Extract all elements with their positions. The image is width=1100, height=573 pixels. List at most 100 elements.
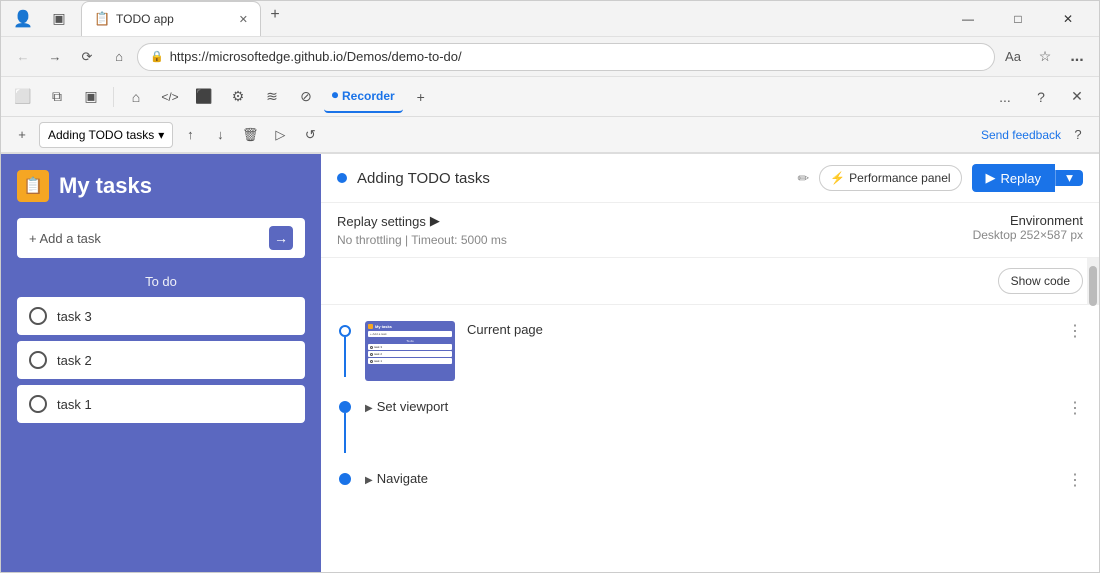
minimize-button[interactable]: — (945, 5, 991, 33)
scrollbar-track[interactable] (1087, 258, 1099, 305)
step-1-line (344, 337, 346, 377)
steps-area: My tasks + Add a task To do task 3 task … (321, 305, 1099, 572)
settings-expand-arrow: ▶ (430, 213, 440, 229)
url-actions: Aa ☆ ... (999, 43, 1091, 71)
environment-value: Desktop 252×587 px (973, 228, 1083, 242)
step-3-more-button[interactable]: ⋮ (1067, 470, 1083, 490)
devtools-more-actions: ... ? ✕ (989, 81, 1093, 113)
devtools-more-button[interactable]: ... (989, 81, 1021, 113)
step-1-title: Current page (467, 322, 543, 337)
profile-icon[interactable]: 👤 (9, 5, 37, 33)
replay-settings-title[interactable]: Replay settings ▶ (337, 213, 507, 229)
browser-window: 👤 ▣ 📋 TODO app ✕ + — □ ✕ ← → ⟳ ⌂ 🔒 https… (0, 0, 1100, 573)
recording-indicator-dot (337, 173, 347, 183)
step-set-viewport: ▶ Set viewport ⋮ (321, 389, 1099, 461)
todo-app-panel: 📋 My tasks + Add a task → To do task 3 t… (1, 154, 321, 572)
step-2-expand-button[interactable]: ▶ Set viewport (365, 399, 448, 418)
devtools-tab-network[interactable]: ⬛ (188, 81, 220, 113)
step-2-arrow: ▶ (365, 403, 373, 414)
devtools-tab-more-tools[interactable]: ⊘ (290, 81, 322, 113)
add-recording-button[interactable]: + (9, 122, 35, 148)
add-task-text: + Add a task (29, 231, 269, 246)
action-help-button[interactable]: ? (1065, 122, 1091, 148)
add-task-bar[interactable]: + Add a task → (17, 218, 305, 258)
refresh-button[interactable]: ⟳ (73, 43, 101, 71)
devtools-tab-home[interactable]: ⌂ (120, 81, 152, 113)
task-1-label: task 1 (57, 397, 92, 412)
maximize-button[interactable]: □ (995, 5, 1041, 33)
home-button[interactable]: ⌂ (105, 43, 133, 71)
move-up-button[interactable]: ↑ (177, 122, 203, 148)
devtools-tab-recorder[interactable]: ⏺ Recorder (324, 81, 403, 113)
step-1-row: Current page ⋮ (467, 321, 1083, 341)
send-feedback-link[interactable]: Send feedback (981, 128, 1061, 142)
devtools-tab-wifi[interactable]: ≋ (256, 81, 288, 113)
reading-view-icon[interactable]: Aa (999, 43, 1027, 71)
title-bar: 👤 ▣ 📋 TODO app ✕ + — □ ✕ (1, 1, 1099, 37)
edit-recording-name-icon[interactable]: ✏ (797, 170, 809, 187)
task-1-checkbox[interactable] (29, 395, 47, 413)
close-button[interactable]: ✕ (1045, 5, 1091, 33)
replay-settings-subtitle: No throttling | Timeout: 5000 ms (337, 233, 507, 247)
recorder-panel: Adding TODO tasks ✏ ⚡ Performance panel … (321, 154, 1099, 572)
main-content: 📋 My tasks + Add a task → To do task 3 t… (1, 154, 1099, 572)
url-text: https://microsoftedge.github.io/Demos/de… (170, 49, 982, 64)
step-3-timeline (337, 473, 353, 485)
active-tab[interactable]: 📋 TODO app ✕ (81, 1, 261, 36)
devtools-tab-elements[interactable]: ⬜ (7, 81, 39, 113)
environment-title: Environment (973, 213, 1083, 228)
devtools-help-button[interactable]: ? (1025, 81, 1057, 113)
browser-menu-button[interactable]: ... (1063, 43, 1091, 71)
step-2-more-button[interactable]: ⋮ (1067, 398, 1083, 418)
performance-panel-button[interactable]: ⚡ Performance panel (819, 165, 961, 191)
settings-title-text: Replay settings (337, 214, 426, 229)
replay-main-button[interactable]: ▶ Replay (972, 164, 1055, 192)
task-item-2[interactable]: task 2 (17, 341, 305, 379)
show-code-button[interactable]: Show code (998, 268, 1083, 294)
step-2-circle (339, 401, 351, 413)
step-2-content: ▶ Set viewport ⋮ (365, 397, 1083, 418)
devtools-close-button[interactable]: ✕ (1061, 81, 1093, 113)
devtools-tab-device[interactable]: ▣ (75, 81, 107, 113)
replay-button-group: ▶ Replay ▾ (972, 164, 1083, 192)
scrollbar-thumb (1089, 266, 1097, 306)
env-dimensions: 252×587 px (1020, 228, 1083, 242)
recording-selector[interactable]: Adding TODO tasks ▾ (39, 122, 173, 148)
replay-play-icon: ▶ (986, 170, 996, 186)
favorites-icon[interactable]: ☆ (1031, 43, 1059, 71)
env-type: Desktop (973, 228, 1017, 242)
devtools-tab-copy[interactable]: ⧉ (41, 81, 73, 113)
task-2-checkbox[interactable] (29, 351, 47, 369)
step-3-expand-button[interactable]: ▶ Navigate (365, 471, 428, 490)
devtools-action-bar: + Adding TODO tasks ▾ ↑ ↓ 🗑 ▷ ↺ Send fee… (1, 117, 1099, 153)
step-2-timeline (337, 401, 353, 453)
settings-right: Environment Desktop 252×587 px (973, 213, 1083, 242)
forward-button[interactable]: → (41, 43, 69, 71)
devtools-tab-add[interactable]: + (405, 81, 437, 113)
recording-title: Adding TODO tasks (357, 170, 787, 187)
replay-button-action[interactable]: ↺ (297, 122, 323, 148)
replay-dropdown-arrow-icon: ▾ (1066, 170, 1073, 186)
task-item-1[interactable]: task 1 (17, 385, 305, 423)
task-3-checkbox[interactable] (29, 307, 47, 325)
step-3-row: ▶ Navigate ⋮ (365, 469, 1083, 490)
delete-recording-button[interactable]: 🗑 (237, 122, 263, 148)
task-item-3[interactable]: task 3 (17, 297, 305, 335)
step-3-arrow: ▶ (365, 475, 373, 486)
move-down-button[interactable]: ↓ (207, 122, 233, 148)
throttling-label: No throttling (337, 233, 402, 247)
play-button[interactable]: ▷ (267, 122, 293, 148)
url-bar[interactable]: 🔒 https://microsoftedge.github.io/Demos/… (137, 43, 995, 71)
tab-close-button[interactable]: ✕ (239, 13, 248, 26)
perf-panel-label: Performance panel (849, 171, 950, 185)
step-2-row: ▶ Set viewport ⋮ (365, 397, 1083, 418)
replay-dropdown-button[interactable]: ▾ (1055, 170, 1083, 186)
back-button[interactable]: ← (9, 43, 37, 71)
new-tab-button[interactable]: + (261, 1, 289, 29)
devtools-tab-sources[interactable]: </> (154, 81, 186, 113)
step-1-more-button[interactable]: ⋮ (1067, 321, 1083, 341)
replay-label: Replay (1001, 171, 1041, 186)
devtools-tab-debugger[interactable]: ⚙ (222, 81, 254, 113)
recorder-settings: Replay settings ▶ No throttling | Timeou… (321, 203, 1099, 258)
sidebar-toggle[interactable]: ▣ (45, 5, 73, 33)
